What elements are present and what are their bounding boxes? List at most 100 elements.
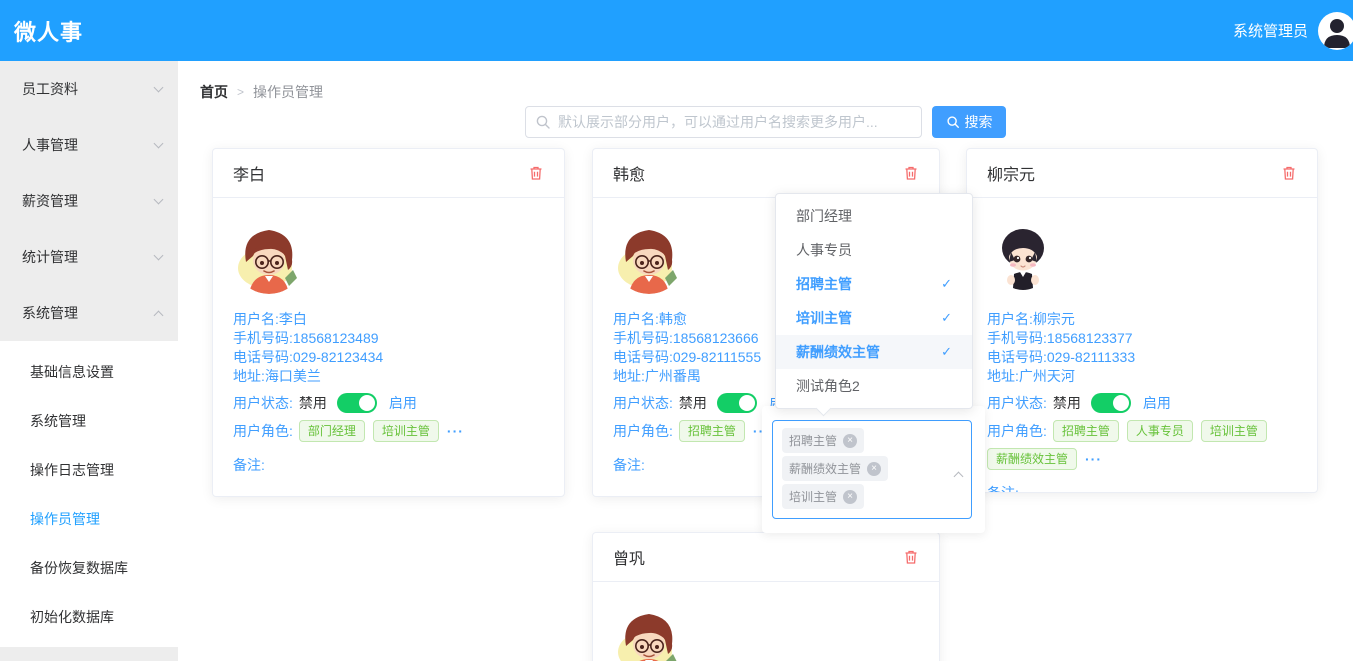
address-value: 海口美兰 bbox=[265, 368, 321, 384]
dropdown-item-hr-specialist[interactable]: 人事专员 bbox=[776, 233, 972, 267]
phone-label: 手机号码: bbox=[987, 330, 1047, 346]
phone-label: 手机号码: bbox=[613, 330, 673, 346]
state-enabled-label: 启用 bbox=[1143, 393, 1171, 413]
menu-label: 员工资料 bbox=[22, 79, 78, 99]
dropdown-item-training-supervisor[interactable]: 培训主管 ✓ bbox=[776, 301, 972, 335]
user-avatar bbox=[613, 606, 919, 661]
card-header: 柳宗元 bbox=[967, 149, 1317, 198]
user-state-row: 用户状态: 禁用 启用 bbox=[987, 390, 1297, 416]
search-button[interactable]: 搜索 bbox=[932, 106, 1006, 138]
role-tag: 招聘主管 bbox=[679, 420, 745, 442]
search-icon bbox=[535, 114, 551, 130]
user-avatar[interactable] bbox=[1318, 12, 1353, 50]
submenu-item-operator-management[interactable]: 操作员管理 bbox=[0, 494, 178, 543]
role-tag: 人事专员 bbox=[1127, 420, 1193, 442]
role-tag: 部门经理 bbox=[299, 420, 365, 442]
card-user-name: 柳宗元 bbox=[987, 161, 1035, 185]
role-tag: 培训主管 bbox=[373, 420, 439, 442]
user-role-row: 用户角色: 招聘主管 人事专员 培训主管 薪酬绩效主管 ··· bbox=[987, 420, 1297, 470]
user-state-toggle[interactable] bbox=[717, 393, 757, 413]
submenu-item-init-db[interactable]: 初始化数据库 bbox=[0, 592, 178, 641]
user-state-label: 用户状态: bbox=[233, 393, 293, 413]
card-header: 韩愈 bbox=[593, 149, 939, 198]
role-tag: 招聘主管 bbox=[1053, 420, 1119, 442]
remark-label: 备注: bbox=[233, 455, 544, 475]
menu-label: 薪资管理 bbox=[22, 191, 78, 211]
system-management-submenu: 基础信息设置 系统管理 操作日志管理 操作员管理 备份恢复数据库 初始化数据库 bbox=[0, 341, 178, 647]
search-input[interactable] bbox=[525, 106, 922, 138]
delete-user-button[interactable] bbox=[903, 549, 919, 565]
user-state-label: 用户状态: bbox=[613, 393, 673, 413]
username-label: 用户名: bbox=[613, 311, 659, 327]
card-body: 用户名:柳宗元 手机号码:18568123377 电话号码:029-821113… bbox=[967, 198, 1317, 493]
toggle-knob bbox=[739, 395, 755, 411]
address-label: 地址: bbox=[987, 368, 1019, 384]
telephone-label: 电话号码: bbox=[987, 349, 1047, 365]
sidebar-item-hr-management[interactable]: 人事管理 bbox=[0, 117, 178, 173]
dropdown-item-test-role-2[interactable]: 测试角色2 bbox=[776, 369, 972, 403]
phone-value: 18568123377 bbox=[1047, 330, 1133, 346]
sidebar-item-system-management[interactable]: 系统管理 bbox=[0, 285, 178, 341]
dropdown-item-label: 人事专员 bbox=[796, 240, 852, 260]
address-value: 广州番禺 bbox=[645, 368, 701, 384]
telephone-value: 029-82123434 bbox=[293, 349, 383, 365]
breadcrumb-separator: > bbox=[237, 85, 244, 99]
dropdown-item-recruit-supervisor[interactable]: 招聘主管 ✓ bbox=[776, 267, 972, 301]
sidebar-item-statistics-management[interactable]: 统计管理 bbox=[0, 229, 178, 285]
user-menu[interactable]: 系统管理员 bbox=[1233, 0, 1353, 61]
delete-user-button[interactable] bbox=[903, 165, 919, 181]
submenu-item-system-management[interactable]: 系统管理 bbox=[0, 396, 178, 445]
telephone-label: 电话号码: bbox=[613, 349, 673, 365]
edit-roles-button[interactable]: ··· bbox=[447, 423, 464, 439]
submenu-item-operation-log[interactable]: 操作日志管理 bbox=[0, 445, 178, 494]
trash-icon bbox=[903, 165, 919, 181]
user-state-toggle[interactable] bbox=[337, 393, 377, 413]
username-label: 用户名: bbox=[233, 311, 279, 327]
breadcrumb-home[interactable]: 首页 bbox=[200, 82, 228, 102]
search-icon bbox=[946, 115, 960, 129]
sidebar: 员工资料 人事管理 薪资管理 统计管理 系统管理 基础信息设置 系统管理 操作日… bbox=[0, 61, 178, 661]
dropdown-item-label: 招聘主管 bbox=[796, 274, 852, 294]
telephone-label: 电话号码: bbox=[233, 349, 293, 365]
edit-roles-button[interactable]: ··· bbox=[1085, 451, 1102, 467]
selected-role-tag: 薪酬绩效主管 × bbox=[782, 456, 888, 481]
check-icon: ✓ bbox=[941, 310, 952, 326]
app-root: 微人事 系统管理员 员工资料 人事管理 薪资管理 统计管理 bbox=[0, 0, 1353, 661]
card-user-name: 李白 bbox=[233, 161, 265, 185]
remove-role-icon[interactable]: × bbox=[867, 462, 881, 476]
card-header: 曾巩 bbox=[593, 533, 939, 582]
check-icon: ✓ bbox=[941, 344, 952, 360]
delete-user-button[interactable] bbox=[528, 165, 544, 181]
selected-role-tag: 培训主管 × bbox=[782, 484, 864, 509]
username-value: 韩愈 bbox=[659, 311, 687, 327]
person-icon bbox=[1318, 12, 1353, 50]
main-content: 首页 > 操作员管理 搜索 李白 bbox=[178, 61, 1353, 661]
card-body bbox=[593, 582, 939, 661]
address-label: 地址: bbox=[233, 368, 265, 384]
user-state-label: 用户状态: bbox=[987, 393, 1047, 413]
trash-icon bbox=[1281, 165, 1297, 181]
card-user-name: 韩愈 bbox=[613, 161, 645, 185]
user-role-label: 用户角色: bbox=[233, 421, 293, 441]
sidebar-item-employee-data[interactable]: 员工资料 bbox=[0, 61, 178, 117]
dropdown-item-salary-performance-supervisor[interactable]: 薪酬绩效主管 ✓ bbox=[776, 335, 972, 369]
submenu-item-backup-restore-db[interactable]: 备份恢复数据库 bbox=[0, 543, 178, 592]
chevron-down-icon bbox=[154, 82, 164, 92]
role-tag: 薪酬绩效主管 bbox=[987, 448, 1077, 470]
card-header: 李白 bbox=[213, 149, 564, 198]
phone-value: 18568123666 bbox=[673, 330, 759, 346]
user-state-toggle[interactable] bbox=[1091, 393, 1131, 413]
delete-user-button[interactable] bbox=[1281, 165, 1297, 181]
remove-role-icon[interactable]: × bbox=[843, 434, 857, 448]
selected-role-tag: 招聘主管 × bbox=[782, 428, 864, 453]
breadcrumb-current: 操作员管理 bbox=[253, 82, 323, 102]
phone-value: 18568123489 bbox=[293, 330, 379, 346]
submenu-item-basic-info-settings[interactable]: 基础信息设置 bbox=[0, 347, 178, 396]
role-multi-select[interactable]: 招聘主管 × 薪酬绩效主管 × 培训主管 × bbox=[772, 420, 972, 519]
dropdown-item-department-manager[interactable]: 部门经理 bbox=[776, 199, 972, 233]
chevron-down-icon bbox=[154, 138, 164, 148]
remove-role-icon[interactable]: × bbox=[843, 490, 857, 504]
sidebar-item-salary-management[interactable]: 薪资管理 bbox=[0, 173, 178, 229]
app-title: 微人事 bbox=[14, 15, 83, 47]
menu-label: 系统管理 bbox=[22, 303, 78, 323]
